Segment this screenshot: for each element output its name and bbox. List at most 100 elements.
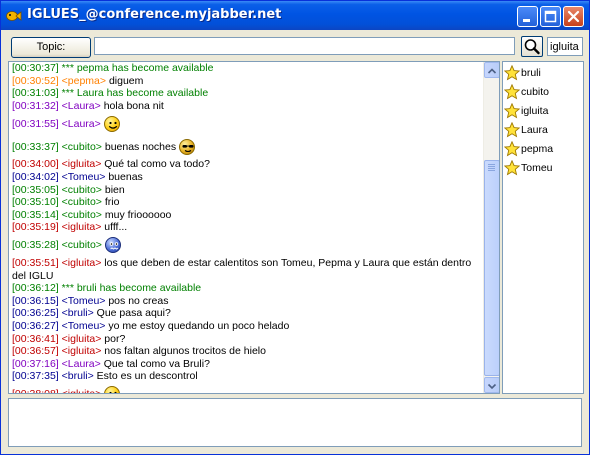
chat-message: [00:30:52] <pepma> diguem (12, 75, 482, 88)
message-text: diguem (108, 74, 144, 87)
nickname-field[interactable]: igluita (547, 37, 583, 56)
message-timestamp: [00:33:37] (12, 140, 59, 153)
star-icon (503, 121, 521, 138)
message-timestamp: [00:35:28] (12, 239, 59, 252)
message-nick: <igluita> (61, 345, 102, 358)
roster-user[interactable]: Laura (503, 121, 548, 139)
happy-smiley-icon (103, 115, 120, 132)
message-timestamp: [00:35:05] (12, 183, 59, 196)
chat-message: [00:35:19] <igluita> ufff... (12, 221, 482, 234)
maximize-button[interactable] (540, 6, 561, 27)
cool-smiley-icon (179, 138, 196, 155)
message-nick: <Laura> (61, 357, 101, 370)
scroll-grip-icon (488, 164, 495, 171)
chat-message: [00:35:05] <cubito> bien (12, 184, 482, 197)
roster-user-name: igluita (521, 105, 549, 117)
search-button[interactable] (521, 36, 543, 57)
topic-button[interactable]: Topic: (11, 37, 91, 58)
message-nick: <pepma> (61, 74, 107, 87)
message-text: bien (104, 183, 125, 196)
message-nick: <Tomeu> (61, 170, 106, 183)
message-text: por? (104, 332, 126, 345)
message-nick: <Laura> (61, 117, 101, 130)
message-nick: <Laura> (61, 99, 101, 112)
roster-user[interactable]: pepma (503, 140, 554, 158)
magnifier-icon (522, 39, 542, 60)
message-timestamp: [00:35:10] (12, 196, 59, 209)
minimize-button[interactable] (517, 6, 538, 27)
message-text: *** pepma has become available (61, 62, 214, 74)
message-timestamp: [00:36:12] (12, 282, 59, 295)
message-input[interactable] (8, 398, 582, 447)
roster-user[interactable]: bruli (503, 64, 541, 82)
message-text: buenas noches (104, 140, 177, 153)
chat-window: IGLUES_@conference.myjabber.net Topic: i… (0, 0, 590, 455)
chat-message: [00:36:57] <igluita> nos faltan algunos … (12, 345, 482, 358)
message-timestamp: [00:37:16] (12, 357, 59, 370)
message-text: frio (104, 196, 120, 209)
star-icon (503, 64, 521, 81)
message-timestamp: [00:36:15] (12, 294, 59, 307)
message-timestamp: [00:37:35] (12, 370, 59, 383)
message-text: Esto es un descontrol (96, 370, 198, 383)
roster-user-name: Laura (521, 124, 548, 136)
scroll-up-button[interactable] (484, 62, 499, 78)
message-timestamp: [00:35:19] (12, 221, 59, 234)
chat-message: [00:31:55] <Laura> (12, 112, 482, 135)
tongue-smiley-icon (104, 386, 121, 393)
chat-message: [00:34:00] <igluita> Qué tal como va tod… (12, 158, 482, 171)
message-nick: <Tomeu> (61, 319, 106, 332)
title-bar[interactable]: IGLUES_@conference.myjabber.net (1, 1, 589, 30)
chat-message: [00:36:41] <igluita> por? (12, 333, 482, 346)
star-icon (503, 102, 521, 119)
star-icon (503, 159, 521, 176)
message-timestamp: [00:35:14] (12, 208, 59, 221)
message-timestamp: [00:38:08] (12, 388, 59, 393)
message-text: yo me estoy quedando un poco helado (108, 319, 290, 332)
roster-user-name: Tomeu (521, 162, 553, 174)
chat-scrollbar[interactable] (483, 62, 499, 393)
message-nick: <igluita> (61, 256, 102, 269)
scroll-down-button[interactable] (484, 377, 499, 393)
chat-message: [00:35:10] <cubito> frio (12, 196, 482, 209)
chat-log-pane[interactable]: [00:30:37] *** pepma has become availabl… (8, 61, 500, 394)
roster-user[interactable]: cubito (503, 83, 549, 101)
message-timestamp: [00:31:32] (12, 99, 59, 112)
chat-message: [00:31:32] <Laura> hola bona nit (12, 100, 482, 113)
chat-message: [00:37:16] <Laura> Que tal como va Bruli… (12, 358, 482, 371)
message-timestamp: [00:31:03] (12, 87, 59, 100)
topic-input[interactable] (94, 37, 515, 55)
message-nick: <bruli> (61, 307, 94, 320)
chat-message: [00:37:35] <bruli> Esto es un descontrol (12, 370, 482, 383)
system-message: [00:31:03] *** Laura has become availabl… (12, 87, 482, 100)
message-text: Que tal como va Bruli? (103, 357, 210, 370)
chat-message: [00:35:51] <igluita> los que deben de es… (12, 257, 482, 282)
scroll-thumb[interactable] (484, 160, 499, 376)
message-nick: <cubito> (61, 208, 102, 221)
close-button[interactable] (563, 6, 584, 27)
message-nick: <igluita> (61, 221, 102, 234)
message-timestamp: [00:34:02] (12, 170, 59, 183)
message-text: Que pasa aqui? (96, 307, 171, 320)
message-nick: <bruli> (61, 370, 94, 383)
message-list: [00:30:37] *** pepma has become availabl… (12, 62, 482, 393)
roster-user[interactable]: igluita (503, 102, 549, 120)
roster-user-name: pepma (521, 143, 554, 155)
roster-user[interactable]: Tomeu (503, 159, 553, 177)
message-text: hola bona nit (103, 99, 164, 112)
message-nick: <igluita> (61, 332, 102, 345)
message-timestamp: [00:36:41] (12, 332, 59, 345)
chat-message: [00:38:08] <igluita> (12, 383, 482, 393)
system-message: [00:30:37] *** pepma has become availabl… (12, 62, 482, 75)
message-timestamp: [00:36:57] (12, 345, 59, 358)
message-text: pos no creas (108, 294, 169, 307)
cold-smiley-icon (104, 237, 121, 254)
message-timestamp: [00:35:51] (12, 256, 59, 269)
message-text: Qué tal como va todo? (104, 158, 210, 171)
message-timestamp: [00:34:00] (12, 158, 59, 171)
chat-message: [00:36:25] <bruli> Que pasa aqui? (12, 307, 482, 320)
chat-message: [00:36:15] <Tomeu> pos no creas (12, 295, 482, 308)
user-list: bruli cubito igluita Laura pepma Tomeu (502, 61, 584, 394)
message-nick: <igluita> (61, 158, 102, 171)
chat-message: [00:36:27] <Tomeu> yo me estoy quedando … (12, 320, 482, 333)
